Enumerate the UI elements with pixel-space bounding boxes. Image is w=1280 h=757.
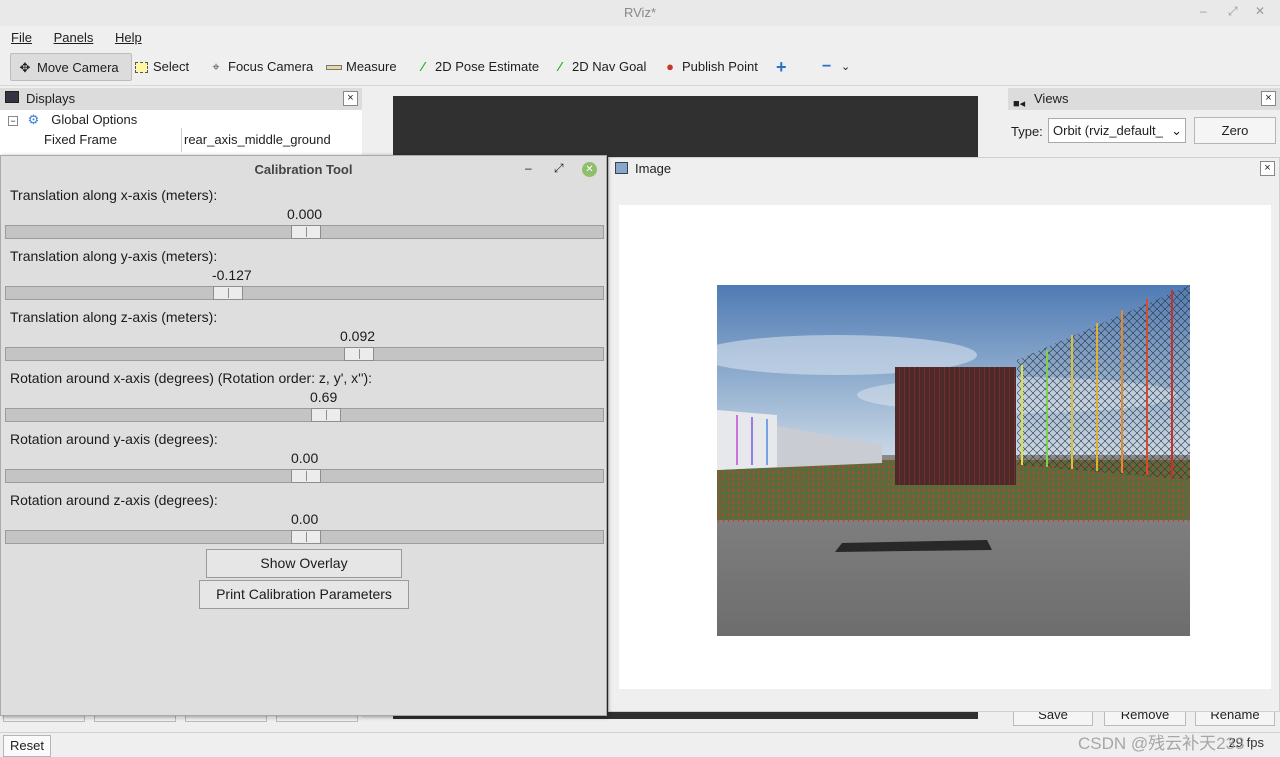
measure-label: Measure [346, 59, 397, 74]
image-icon [615, 162, 628, 174]
menu-help[interactable]: Help [104, 26, 149, 48]
show-overlay-button[interactable]: Show Overlay [206, 549, 402, 578]
slider-track[interactable] [5, 408, 604, 422]
nav-goal-label: 2D Nav Goal [572, 59, 647, 74]
calibration-tool-titlebar: Calibration Tool [1, 156, 606, 184]
select-icon [133, 53, 149, 81]
gear-icon: ⚙ [27, 112, 40, 127]
slider-value: 0.092 [340, 328, 376, 344]
nav-goal-tool[interactable]: ⁄ 2D Nav Goal [552, 53, 647, 81]
slider-label: Rotation around x-axis (degrees) (Rotati… [10, 370, 373, 386]
slider-handle[interactable] [291, 530, 321, 544]
close-icon[interactable]: × [1261, 91, 1276, 106]
slider-label: Translation along y-axis (meters): [10, 248, 218, 264]
slider-value: 0.000 [287, 206, 323, 222]
focus-camera-icon: ⌖ [212, 59, 220, 74]
calibration-tool-title: Calibration Tool [254, 162, 353, 177]
select-tool[interactable]: Select [133, 53, 189, 81]
tree-item-global-options[interactable]: − ⚙ Global Options [0, 110, 362, 130]
slider-label: Translation along z-axis (meters): [10, 309, 218, 325]
displays-title: Displays [26, 91, 76, 106]
column-divider [181, 128, 182, 152]
views-title: Views [1034, 91, 1069, 106]
green-arrow-icon: ⁄ [558, 59, 562, 74]
chevron-down-icon: ⌄ [1169, 119, 1182, 142]
window-title: RViz* [623, 5, 657, 20]
ruler-icon [326, 53, 342, 81]
close-icon[interactable]: ✕ [582, 162, 597, 177]
remove-tool-minus-icon[interactable]: − [822, 53, 831, 81]
slider-value: -0.127 [212, 267, 252, 283]
slider-track[interactable] [5, 530, 604, 544]
add-tool-plus-icon[interactable]: + [776, 53, 787, 81]
collapse-icon[interactable]: − [8, 115, 18, 126]
fixed-frame-value[interactable]: rear_axis_middle_ground [184, 130, 331, 150]
focus-camera-tool[interactable]: ⌖ Focus Camera [208, 53, 313, 81]
menu-file[interactable]: File [0, 26, 39, 48]
restore-icon[interactable]: ⤢ [1228, 4, 1238, 19]
slider-handle[interactable] [291, 469, 321, 483]
slider-value: 0.00 [291, 450, 319, 466]
global-options-label: Global Options [51, 112, 138, 127]
slider-label: Rotation around y-axis (degrees): [10, 431, 218, 447]
monitor-icon [5, 91, 19, 103]
publish-point-tool[interactable]: ● Publish Point [662, 53, 758, 81]
type-label: Type: [1011, 124, 1043, 139]
chevron-down-icon[interactable]: ⌄ [841, 53, 850, 81]
pose-estimate-tool[interactable]: ⁄ 2D Pose Estimate [415, 53, 539, 81]
focus-camera-label: Focus Camera [228, 59, 314, 74]
slider-handle[interactable] [311, 408, 341, 422]
displays-header: Displays × [0, 88, 362, 110]
close-icon[interactable]: ✕ [1255, 4, 1265, 18]
view-type-value: Orbit (rviz_default_ [1053, 123, 1163, 138]
toolbar: ✥ Move Camera Select ⌖ Focus Camera Measur… [0, 48, 1280, 86]
slider-label: Rotation around z-axis (degrees): [10, 492, 218, 508]
close-icon[interactable]: × [343, 91, 358, 106]
camera-image [717, 285, 1190, 636]
watermark: CSDN @残云补天233 [1078, 734, 1245, 753]
minimize-icon[interactable]: – [525, 161, 532, 175]
menu-panels[interactable]: Panels [43, 26, 101, 48]
slider-label: Translation along x-axis (meters): [10, 187, 218, 203]
map-pin-icon: ● [666, 59, 674, 74]
measure-tool[interactable]: Measure [326, 53, 397, 81]
green-arrow-icon: ⁄ [421, 59, 425, 74]
window-title-bar: RViz* [0, 0, 1280, 26]
slider-handle[interactable] [213, 286, 243, 300]
view-type-select[interactable]: Orbit (rviz_default_ ⌄ [1048, 118, 1186, 143]
views-panel: ■◂ Views × Type: Orbit (rviz_default_ ⌄ … [1008, 88, 1280, 158]
slider-value: 0.69 [310, 389, 338, 405]
slider-track[interactable] [5, 347, 604, 361]
maximize-icon[interactable]: ⤢ [554, 161, 564, 176]
tree-item-fixed-frame[interactable]: Fixed Frame rear_axis_middle_ground [0, 128, 362, 152]
move-camera-label: Move Camera [37, 60, 119, 75]
image-panel-title: Image [635, 161, 672, 176]
camera-icon: ■◂ [1013, 98, 1026, 110]
calibration-tool-dialog: Calibration Tool – ⤢ ✕ Translation along… [0, 155, 607, 716]
image-panel: Image × [608, 157, 1280, 712]
reset-button[interactable]: Reset [3, 735, 51, 757]
status-bar: Reset 29 fps CSDN @残云补天233 [0, 732, 1280, 757]
select-label: Select [153, 59, 190, 74]
fixed-frame-label: Fixed Frame [44, 132, 117, 147]
slider-handle[interactable] [344, 347, 374, 361]
zero-button[interactable]: Zero [1194, 117, 1276, 144]
image-canvas [619, 205, 1271, 689]
slider-track[interactable] [5, 225, 604, 239]
menu-bar: File Panels Help [0, 26, 1280, 48]
slider-track[interactable] [5, 286, 604, 300]
camera-image-render [717, 285, 1190, 636]
minimize-icon[interactable]: – [1200, 4, 1207, 18]
move-camera-tool[interactable]: ✥ Move Camera [10, 53, 132, 81]
slider-value: 0.00 [291, 511, 319, 527]
slider-track[interactable] [5, 469, 604, 483]
publish-point-label: Publish Point [682, 59, 758, 74]
close-icon[interactable]: × [1260, 161, 1275, 176]
image-panel-header: Image × [609, 158, 1279, 180]
views-header: ■◂ Views × [1008, 88, 1280, 110]
move-camera-icon: ✥ [19, 60, 31, 75]
print-calibration-parameters-button[interactable]: Print Calibration Parameters [199, 580, 409, 609]
slider-handle[interactable] [291, 225, 321, 239]
pose-estimate-label: 2D Pose Estimate [435, 59, 540, 74]
